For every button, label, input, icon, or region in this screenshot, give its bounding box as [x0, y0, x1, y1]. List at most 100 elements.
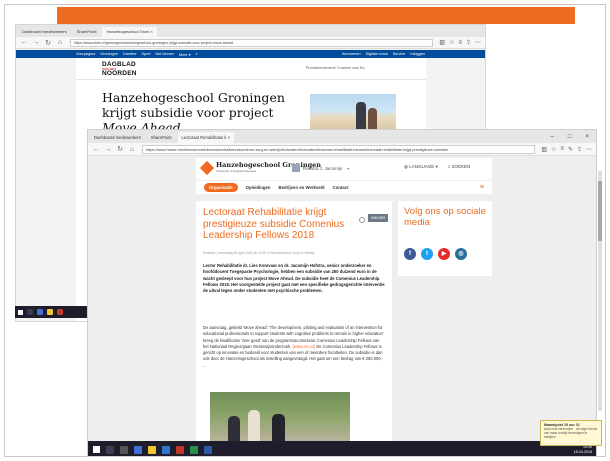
avatar: [292, 164, 300, 172]
tab-bar: Dashboard medewerkers SharePoint Hanzeho…: [16, 25, 485, 37]
nav-inloggen[interactable]: Inloggen: [410, 52, 425, 56]
windows-start-icon[interactable]: [93, 446, 100, 453]
system-tray-clock[interactable]: 10:49 18-04-2018: [574, 445, 592, 454]
refresh-icon[interactable]: ↻: [44, 39, 52, 47]
article-title: Lectoraat Rehabilitatie krijgt prestigie…: [203, 207, 345, 241]
tab-dvhn-article[interactable]: Hanzehogeschool Groni ×: [102, 27, 157, 37]
notification-text: Aant mail verzonden - uitvulgen items va…: [544, 427, 598, 439]
app-icon[interactable]: [57, 309, 63, 315]
home-icon[interactable]: ⌂: [128, 146, 136, 153]
back-arrow-icon[interactable]: ←: [92, 146, 100, 153]
info-icon[interactable]: [359, 217, 365, 223]
notes-icon[interactable]: ✎: [568, 146, 573, 153]
nav-service[interactable]: Service: [393, 52, 406, 56]
edge-icon[interactable]: [134, 445, 142, 454]
explorer-icon[interactable]: [47, 309, 53, 315]
tab-sharepoint[interactable]: SharePoint: [147, 132, 176, 143]
article-photo: [310, 94, 396, 132]
home-icon[interactable]: ⌂: [56, 39, 64, 46]
search-button[interactable]: ⌕ ZOEKEN: [448, 164, 470, 169]
taskbar: 10:49 18-04-2018: [88, 441, 596, 456]
taskbar-back: [15, 306, 95, 318]
favorite-star-icon[interactable]: ☆: [449, 39, 454, 46]
nav-opleidingen[interactable]: Opleidingen: [246, 185, 271, 190]
trial-subscription-link[interactable]: Proefabonnement? 4 weken voor €4,-: [306, 66, 366, 70]
outlook-icon[interactable]: [162, 445, 170, 454]
search-icon[interactable]: ⌕: [196, 52, 198, 56]
browser-window-hanze[interactable]: Dashboard medewerkers SharePoint Lectora…: [87, 129, 597, 457]
nav-sport[interactable]: Sport: [141, 52, 150, 56]
hamburger-menu-icon[interactable]: ≡: [480, 184, 484, 191]
favorite-star-icon[interactable]: ☆: [551, 146, 556, 153]
word-icon[interactable]: [204, 445, 212, 454]
nav-abonneren[interactable]: Abonneren: [342, 52, 361, 56]
hub-icon[interactable]: ≡: [458, 40, 462, 46]
address-bar: ← → ↻ ⌂ https://www.dvhn.nl/groningen/ha…: [16, 37, 485, 49]
address-bar: ← → ↻ ⌂ https://www.hanze.nl/nld/onderzo…: [88, 143, 596, 156]
dvhn-logo[interactable]: DAGBLAD VAN HET NOORDEN: [102, 61, 137, 77]
scrollbar[interactable]: [598, 171, 602, 411]
tab-dashboard[interactable]: Dashboard medewerkers: [90, 132, 145, 143]
powerpoint-icon[interactable]: [176, 445, 184, 454]
refresh-icon[interactable]: ↻: [116, 145, 124, 153]
window-controls: – □ ×: [544, 130, 596, 143]
news-article: Lectoraat Rehabilitatie krijgt prestigie…: [196, 201, 392, 456]
search-icon[interactable]: [27, 309, 33, 315]
article-body: De aanvraag, getiteld ‘Move ahead’: The …: [203, 325, 384, 368]
minimize-icon[interactable]: –: [551, 134, 554, 140]
nav-contact[interactable]: Contact: [333, 185, 349, 190]
maximize-icon[interactable]: □: [568, 134, 572, 140]
nro-link[interactable]: (www.nro.nl): [292, 344, 315, 349]
explorer-icon[interactable]: [148, 445, 156, 454]
chevron-down-icon: ▾: [347, 165, 350, 171]
site-header: Hanzehogeschool Groningen University of …: [196, 158, 492, 180]
share-icon[interactable]: ⇪: [466, 39, 471, 46]
presentation-slide: Dashboard medewerkers SharePoint Hanzeho…: [0, 0, 610, 461]
close-icon[interactable]: ×: [585, 134, 589, 140]
nav-drenthe[interactable]: Drenthe: [123, 52, 137, 56]
site-header: DAGBLAD VAN HET NOORDEN Proefabonnement?…: [76, 58, 426, 80]
tab-dashboard[interactable]: Dashboard medewerkers: [18, 27, 71, 37]
windows-start-icon[interactable]: [18, 309, 23, 315]
url-field[interactable]: https://www.hanze.nl/nld/onderzoek/kenni…: [142, 144, 536, 154]
url-field[interactable]: https://www.dvhn.nl/groningen/hanzehoges…: [70, 38, 434, 47]
tab-bar: Dashboard medewerkers SharePoint Lectora…: [88, 130, 596, 143]
hanze-logo-icon[interactable]: [199, 160, 215, 176]
search-icon[interactable]: [106, 445, 114, 454]
nav-organisatie[interactable]: Organisatie: [204, 183, 238, 192]
nav-digitale-krant[interactable]: Digitale krant: [366, 52, 388, 56]
reading-view-icon[interactable]: ▥: [439, 39, 445, 46]
tab-sharepoint[interactable]: SharePoint: [73, 27, 101, 37]
nav-net-binnen[interactable]: Net binnen: [156, 52, 174, 56]
language-selector[interactable]: ◍ LANGUAGE ▾: [404, 164, 438, 170]
site-nav-bar: Voorpagina Groningen Drenthe Sport Net b…: [16, 50, 485, 58]
more-icon[interactable]: ⋯: [586, 146, 592, 153]
youtube-icon[interactable]: ▶: [438, 248, 450, 260]
reading-view-icon[interactable]: ▥: [541, 146, 547, 153]
share-icon[interactable]: ⇪: [577, 146, 582, 153]
facebook-icon[interactable]: f: [404, 248, 416, 260]
excel-icon[interactable]: [190, 445, 198, 454]
hub-icon[interactable]: ≡: [560, 146, 564, 152]
nav-voorpagina[interactable]: Voorpagina: [76, 52, 95, 56]
edge-icon[interactable]: [37, 309, 43, 315]
notification-toast[interactable]: Maandpost 19 uur 21 Aant mail verzonden …: [540, 420, 602, 446]
back-arrow-icon[interactable]: ←: [20, 39, 28, 46]
social-title: Volg ons op sociale media: [404, 206, 486, 228]
forward-arrow-icon[interactable]: →: [104, 146, 112, 153]
task-view-icon[interactable]: [120, 445, 128, 454]
article-date: Redactie | woensdag 18 april 2018 om 10:…: [203, 251, 315, 255]
slide-header-bar: [57, 7, 575, 24]
twitter-icon[interactable]: t: [421, 248, 433, 260]
scrollbar-thumb[interactable]: [598, 181, 602, 241]
forward-arrow-icon[interactable]: →: [32, 39, 40, 46]
nav-bedrijven-werkveld[interactable]: Bedrijven en Werkveld: [278, 185, 324, 190]
instagram-icon[interactable]: ◎: [455, 248, 467, 260]
nav-groningen[interactable]: Groningen: [100, 52, 118, 56]
main-nav: Organisatie Opleidingen Bedrijven en Wer…: [196, 180, 492, 194]
more-icon[interactable]: ⋯: [475, 39, 481, 46]
tab-lectoraat[interactable]: Lectoraat Rehabilitatie k ×: [177, 132, 235, 143]
nav-meer[interactable]: Meer ▾: [179, 52, 191, 57]
article-lead: Lector Rehabilitatie dr. Lies Korevaar e…: [203, 263, 385, 294]
user-menu[interactable]: Rolfstra J. Jacomijn ▾: [292, 164, 349, 172]
